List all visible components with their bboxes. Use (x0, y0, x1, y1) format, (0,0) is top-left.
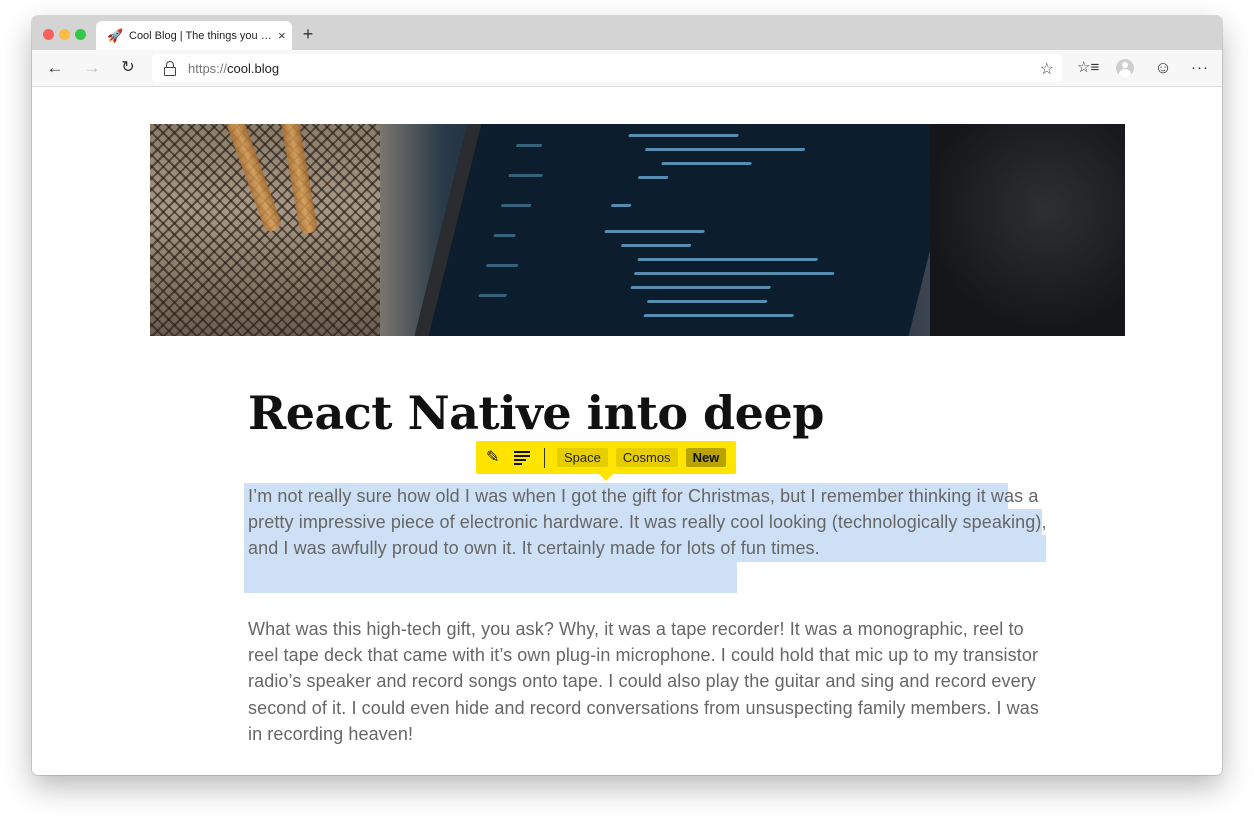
tag-cosmos[interactable]: Cosmos (615, 448, 678, 467)
url-scheme: https:// (188, 60, 228, 76)
note-icon[interactable] (514, 450, 530, 465)
smiley-icon[interactable]: ☺ (1152, 57, 1174, 79)
back-button[interactable]: ← (44, 57, 66, 79)
close-tab-icon[interactable]: × (278, 28, 286, 43)
avatar[interactable] (1114, 57, 1136, 79)
tab-title: Cool Blog | The things you love (129, 29, 274, 42)
browser-window: 🚀 Cool Blog | The things you love × + ← … (32, 16, 1222, 775)
article-paragraph: What was this high-tech gift, you ask? W… (248, 616, 1048, 747)
reload-button[interactable]: ↻ (117, 57, 139, 79)
close-window-button[interactable] (43, 29, 54, 40)
pen-icon[interactable]: ✎ (486, 448, 502, 468)
background-blur (930, 124, 1125, 336)
paragraph-text: What was this high-tech gift, you ask? W… (248, 619, 1039, 744)
article-paragraph-selected[interactable]: I’m not really sure how old I was when I… (248, 483, 1048, 562)
new-tab-button[interactable]: + (298, 24, 318, 44)
profile-icon (1116, 59, 1134, 77)
lock-icon (164, 61, 176, 76)
url-host: cool.blog (227, 60, 280, 76)
toolbar-divider (544, 447, 545, 468)
tab-cool-blog[interactable]: 🚀 Cool Blog | The things you love × (96, 21, 292, 50)
more-icon[interactable]: ··· (1189, 57, 1211, 79)
selection-highlight (244, 561, 737, 593)
star-icon[interactable]: ☆ (1040, 59, 1054, 79)
zoom-window-button[interactable] (75, 29, 86, 40)
url-text: https://cool.blog (188, 61, 279, 76)
address-bar[interactable]: https://cool.blog ☆ (152, 54, 1062, 82)
browser-toolbar: ← → ↻ https://cool.blog ☆ ☆≡ ☺ ··· (32, 50, 1222, 87)
rocket-icon: 🚀 (107, 27, 124, 43)
page-title: React Native into deep (248, 386, 824, 440)
paragraph-text: I’m not really sure how old I was when I… (248, 486, 1047, 559)
tab-bar: 🚀 Cool Blog | The things you love × + (32, 16, 1222, 50)
favorites-icon[interactable]: ☆≡ (1077, 57, 1099, 79)
highlight-toolbar: ✎ Space Cosmos New (476, 441, 737, 481)
minimize-window-button[interactable] (59, 29, 70, 40)
page-content: React Native into deep ✎ Space Cosmos Ne… (32, 87, 1222, 775)
laptop-image (410, 124, 964, 336)
pencil-cup-image (150, 124, 380, 336)
tag-space[interactable]: Space (557, 448, 608, 467)
hero-image (150, 124, 1125, 336)
new-tag-button[interactable]: New (685, 448, 727, 467)
forward-button[interactable]: → (81, 57, 103, 79)
